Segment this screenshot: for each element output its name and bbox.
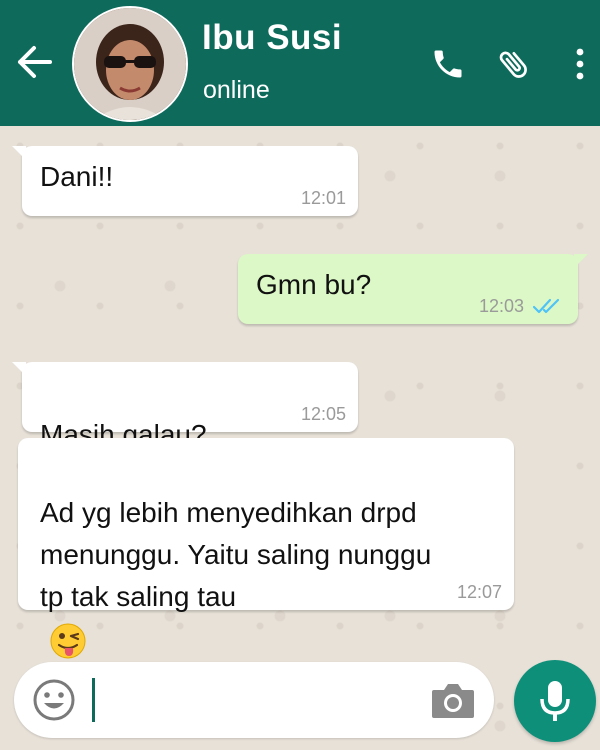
bubble-tail: [12, 362, 26, 376]
chat-area: Dani!! 12:01 Gmn bu? 12:03 Masih galau?: [0, 126, 600, 750]
message-composer[interactable]: [14, 662, 494, 738]
back-arrow-icon[interactable]: [14, 44, 54, 80]
mic-icon: [540, 681, 570, 721]
message-time: 12:05: [300, 404, 346, 424]
message-text: Ad yg lebih menyedihkan drpd menunggu. Y…: [40, 497, 432, 612]
contact-name[interactable]: Ibu Susi: [202, 18, 342, 58]
message-text: Dani!!: [40, 161, 114, 192]
read-receipt-icon: [532, 298, 560, 314]
message-time: 12:03: [478, 296, 524, 316]
contact-status: online: [203, 76, 270, 104]
message-bubble-incoming[interactable]: Masih galau? 12:05: [12, 362, 358, 497]
contact-avatar[interactable]: [72, 6, 188, 122]
message-time: 12:07: [456, 582, 502, 602]
more-vert-icon[interactable]: [566, 46, 594, 82]
text-cursor: [92, 678, 95, 722]
message-bubble-incoming[interactable]: Dani!! 12:01: [12, 146, 358, 216]
bubble-tail: [574, 254, 588, 268]
paperclip-icon[interactable]: [496, 46, 532, 82]
bubble-tail: [12, 146, 26, 160]
message-bubble-outgoing[interactable]: Gmn bu? 12:03: [238, 254, 588, 324]
message-content: Ad yg lebih menyedihkan drpd menunggu. Y…: [40, 450, 431, 661]
message-text: Gmn bu?: [256, 269, 372, 300]
mic-button[interactable]: [514, 660, 596, 742]
message-time: 12:01: [300, 188, 346, 208]
emoji-icon[interactable]: [32, 678, 76, 722]
chat-header: Ibu Susi online: [0, 0, 600, 126]
phone-icon[interactable]: [430, 46, 466, 82]
camera-icon[interactable]: [430, 680, 476, 720]
message-bubble-incoming[interactable]: Ad yg lebih menyedihkan drpd menunggu. Y…: [18, 438, 514, 659]
winking-tongue-emoji: [50, 623, 86, 659]
